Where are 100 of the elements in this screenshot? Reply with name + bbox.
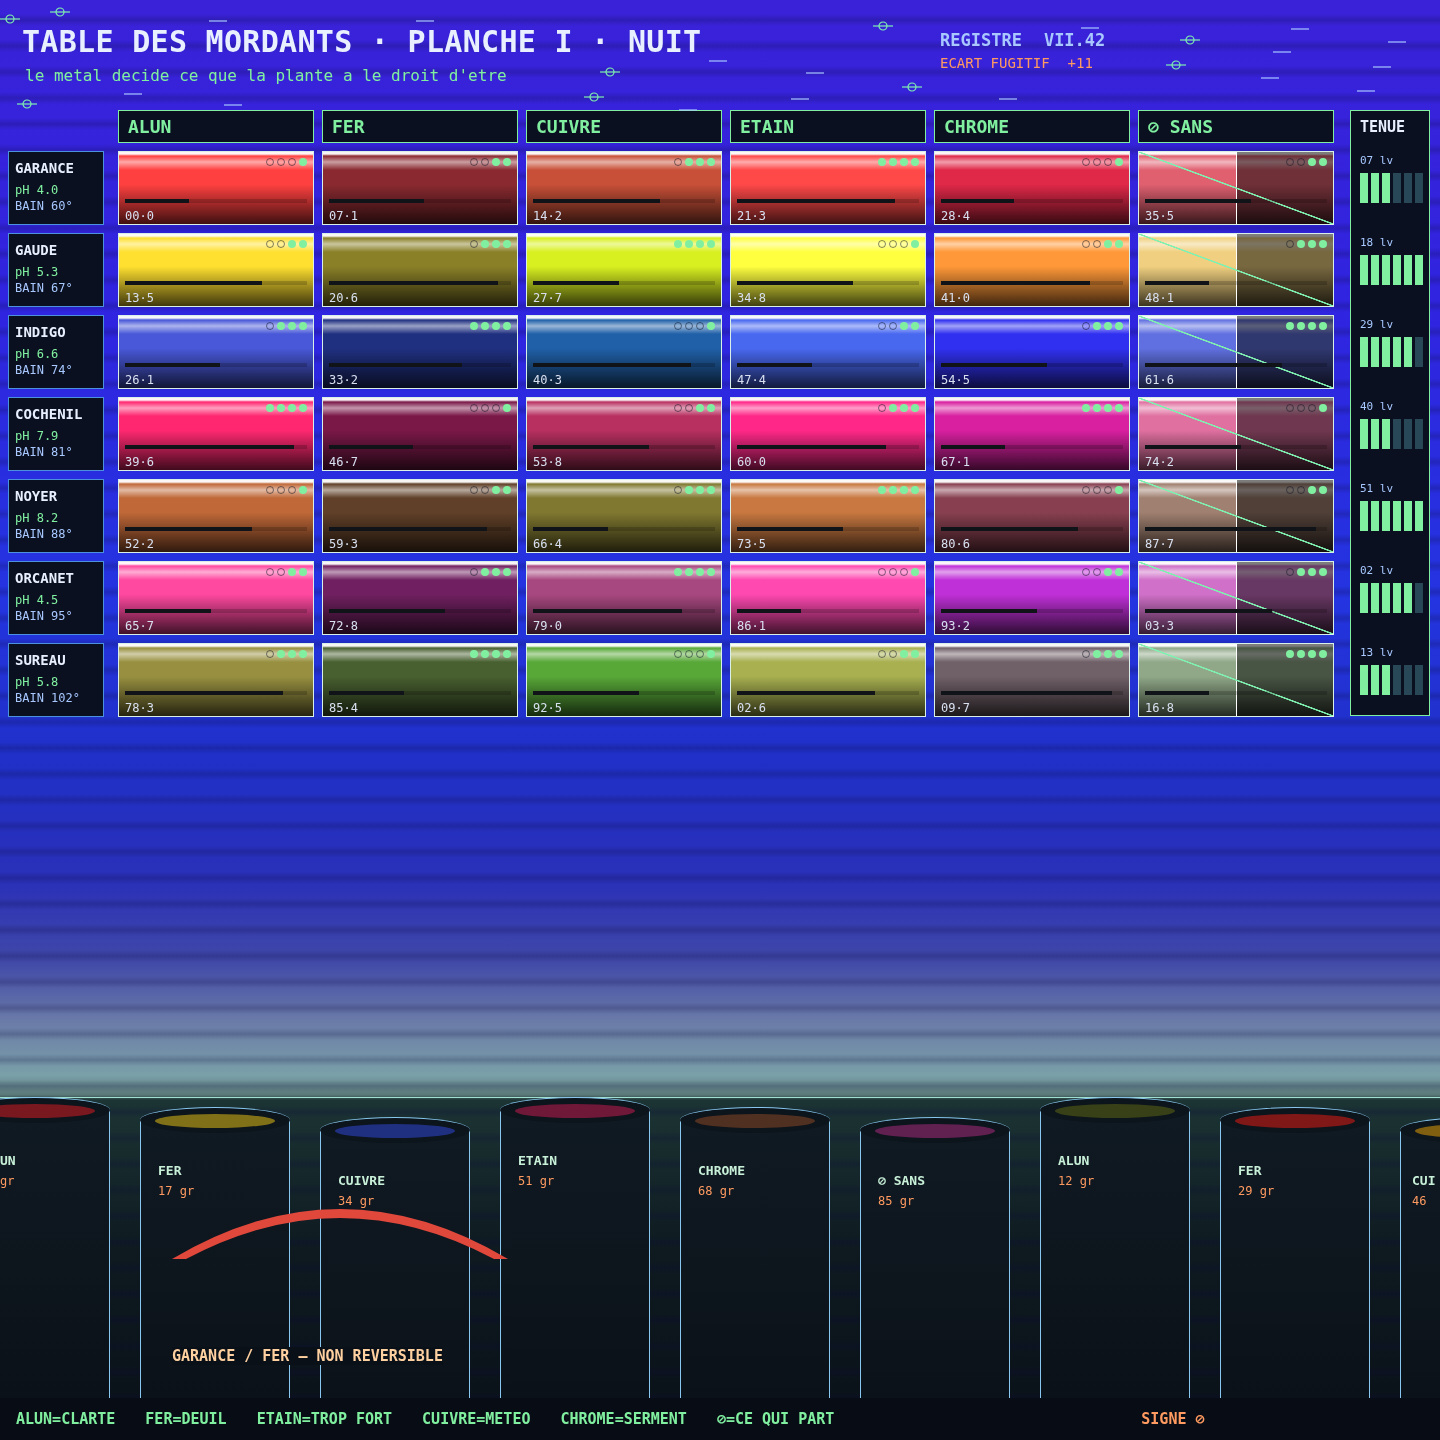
rating-dot <box>503 486 511 494</box>
dye-name: SUREAU <box>15 652 67 668</box>
vat-weight: 51 gr <box>518 1174 556 1188</box>
rating-dot <box>685 486 693 494</box>
swatch-code: 26·1 <box>125 373 154 387</box>
rating-dot <box>1286 650 1294 658</box>
swatch-code: 93·2 <box>941 619 970 633</box>
rating-dot <box>685 240 693 248</box>
rating-dot <box>707 650 715 658</box>
ring-mark-icon <box>901 82 923 92</box>
column-header: ALUN <box>118 110 314 143</box>
vat-label: FER <box>1238 1163 1263 1178</box>
dye-ph: pH 6.6 <box>15 346 60 362</box>
rating-dot <box>1115 240 1123 248</box>
tenue-reading: 40 lv <box>1360 400 1395 413</box>
rating-dot <box>481 322 489 330</box>
swatch-code: 34·8 <box>737 291 766 305</box>
dash-mark <box>791 98 809 100</box>
rating-dot <box>1115 568 1123 576</box>
legend-item: ALUN=CLARTE <box>16 1410 116 1428</box>
tenue-reading: 02 lv <box>1360 564 1395 577</box>
rating-dot <box>1082 404 1090 412</box>
rating-dot <box>900 650 908 658</box>
rating-dot <box>1308 650 1316 658</box>
column-header: CUIVRE <box>526 110 722 143</box>
dye-bath: BAIN 95° <box>15 608 74 624</box>
ring-mark-icon <box>49 7 71 17</box>
rating-dot <box>1104 568 1112 576</box>
tenue-reading: 13 lv <box>1360 646 1395 659</box>
rating-dot <box>1308 158 1316 166</box>
vat-label: UN <box>0 1153 16 1168</box>
vat-weight: 85 gr <box>878 1194 916 1208</box>
dash-mark <box>679 109 697 111</box>
rating-dot <box>1319 486 1327 494</box>
rating-dot <box>889 486 897 494</box>
tenue-reading: 18 lv <box>1360 236 1395 249</box>
rating-dot <box>503 568 511 576</box>
rating-dot <box>1319 158 1327 166</box>
rating-dot <box>503 650 511 658</box>
swatch-code: 85·4 <box>329 701 358 715</box>
rating-dot <box>685 158 693 166</box>
rating-dot <box>1319 404 1327 412</box>
rating-dot <box>900 158 908 166</box>
vat-label: CHROME <box>698 1163 745 1178</box>
swatch-code: 20·6 <box>329 291 358 305</box>
rating-dot <box>299 568 307 576</box>
rating-dot <box>288 322 296 330</box>
dye-bath: BAIN 67° <box>15 280 74 296</box>
rating-dot <box>900 486 908 494</box>
rating-dot <box>277 650 285 658</box>
rating-dot <box>900 404 908 412</box>
swatch-code: 65·7 <box>125 619 154 633</box>
vat-label: CUI <box>1412 1173 1436 1188</box>
dye-bath: BAIN 60° <box>15 198 74 214</box>
rating-dot <box>481 568 489 576</box>
subtitle: le metal decide ce que la plante a le droit d'etre <box>25 66 507 85</box>
rating-dot <box>696 404 704 412</box>
rating-dot <box>889 404 897 412</box>
vat-weight: 34 gr <box>338 1194 376 1208</box>
rating-dot <box>299 158 307 166</box>
rating-dot <box>492 568 500 576</box>
rating-dot <box>1297 568 1305 576</box>
rating-dot <box>911 650 919 658</box>
swatch-code: 80·6 <box>941 537 970 551</box>
vat-weight: 29 gr <box>1238 1184 1275 1198</box>
rating-dot <box>1319 322 1327 330</box>
dye-ph: pH 5.8 <box>15 674 60 690</box>
swatch-code: 79·0 <box>533 619 562 633</box>
dye-name: GAUDE <box>15 242 59 258</box>
dash-mark <box>124 93 142 95</box>
rating-dot <box>1104 650 1112 658</box>
rating-dot <box>685 568 693 576</box>
rating-dot <box>503 322 511 330</box>
swatch-code: 86·1 <box>737 619 766 633</box>
rating-dot <box>696 486 704 494</box>
dash-mark <box>224 104 242 106</box>
rating-dot <box>481 650 489 658</box>
tenue-title: TENUE <box>1359 117 1407 138</box>
rating-dot <box>1104 404 1112 412</box>
column-header: ETAIN <box>730 110 926 143</box>
dash-mark <box>209 20 227 22</box>
rating-dot <box>1104 322 1112 330</box>
rating-dot <box>277 404 285 412</box>
rating-dot <box>1297 240 1305 248</box>
dye-ph: pH 4.5 <box>15 592 60 608</box>
column-header: FER <box>322 110 518 143</box>
dash-mark <box>1273 51 1291 53</box>
legend-item: CUIVRE=METEO <box>422 1410 531 1428</box>
vat-weight: 17 gr <box>158 1184 195 1198</box>
ring-mark-icon <box>16 99 38 109</box>
rating-dot <box>1093 322 1101 330</box>
drift-value: +11 <box>1067 55 1093 71</box>
vat-weight: gr <box>0 1174 16 1188</box>
ring-mark-icon <box>599 67 621 77</box>
dye-bath: BAIN 74° <box>15 362 74 378</box>
rating-dot <box>878 158 886 166</box>
bridge-label: GARANCE / FER — NON REVERSIBLE <box>172 1347 443 1365</box>
swatch-code: 52·2 <box>125 537 154 551</box>
dash-mark <box>999 98 1017 100</box>
swatch-code: 54·5 <box>941 373 970 387</box>
